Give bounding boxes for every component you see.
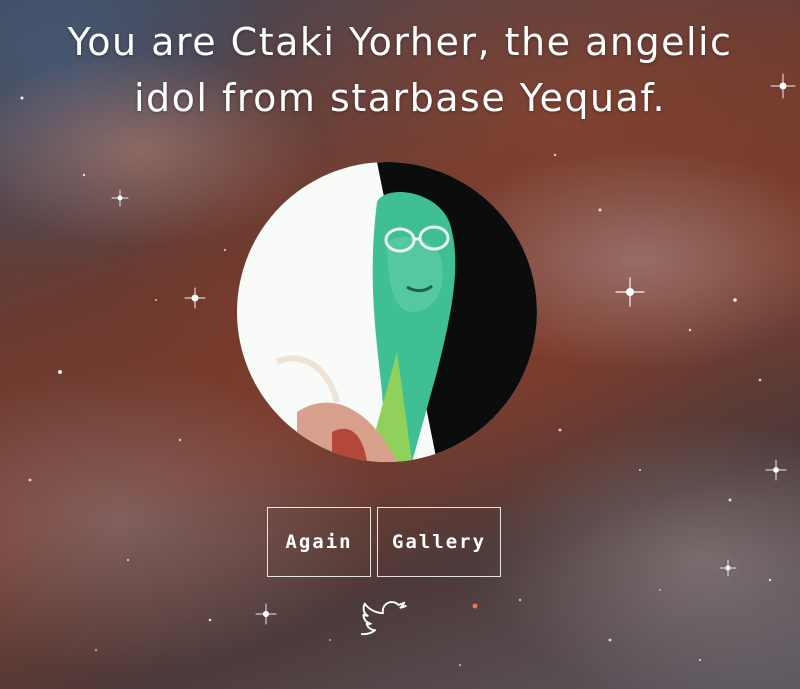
result-line-1: You are Ctaki Yorher, the angelic — [67, 20, 733, 64]
result-headline: You are Ctaki Yorher, the angelic idol f… — [0, 14, 800, 126]
idol-portrait — [237, 162, 537, 462]
result-line-2: idol from starbase Yequaf. — [133, 76, 667, 120]
twitter-share-link[interactable] — [360, 598, 409, 642]
twitter-bird-icon — [360, 601, 407, 636]
again-button[interactable]: Again — [267, 507, 371, 577]
action-buttons: Again Gallery — [267, 507, 501, 577]
gallery-button[interactable]: Gallery — [377, 507, 501, 577]
